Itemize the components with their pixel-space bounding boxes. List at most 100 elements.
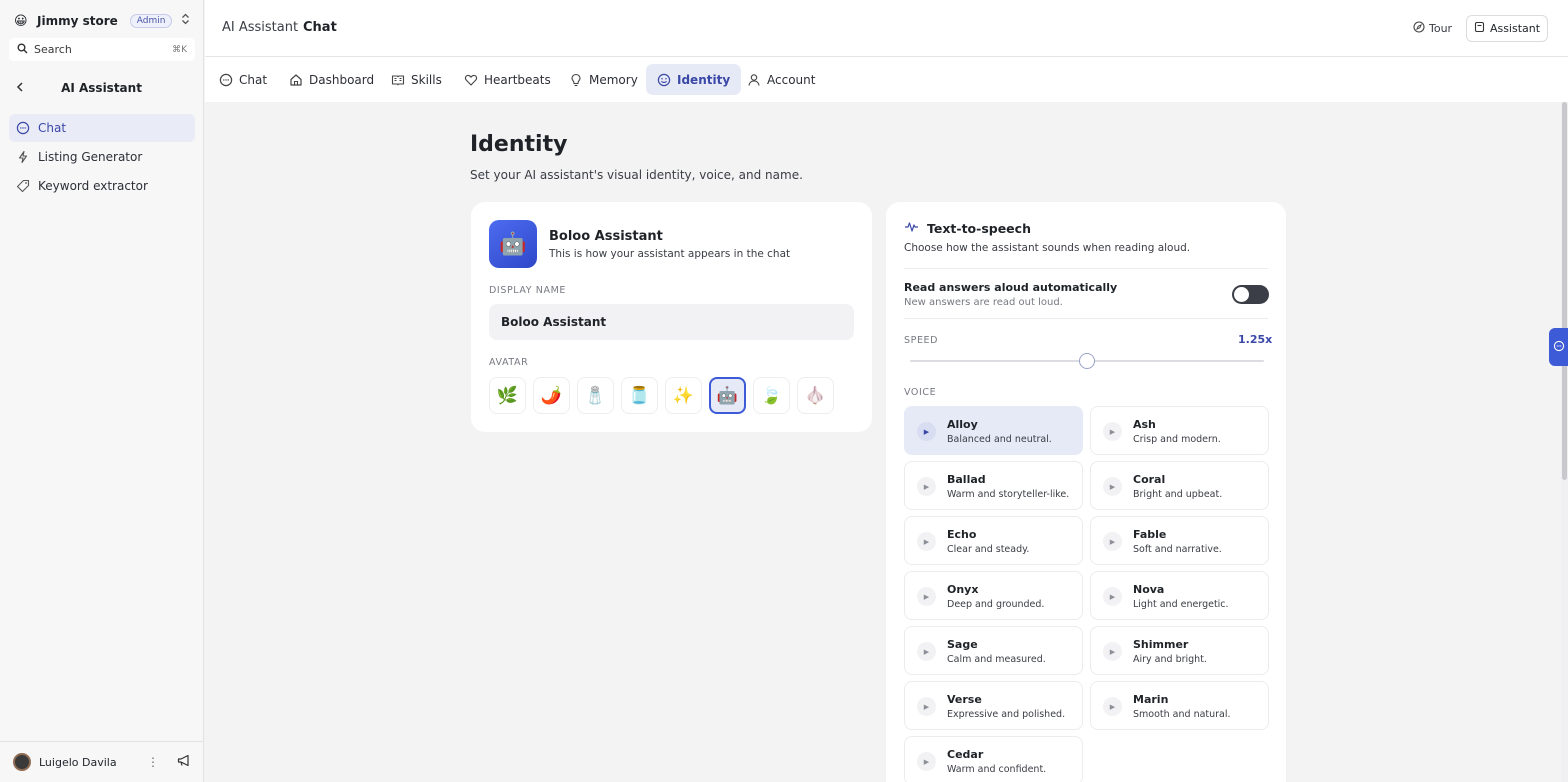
avatar-option[interactable]: 🫙 — [621, 377, 658, 414]
store-switcher[interactable]: 😀 Jimmy store Admin — [14, 12, 192, 30]
voice-option-shimmer[interactable]: ▶ Shimmer Airy and bright. — [1090, 626, 1269, 675]
role-badge: Admin — [129, 14, 173, 28]
tab-label: Memory — [589, 72, 638, 87]
avatar-option[interactable]: 🍃 — [753, 377, 790, 414]
play-icon[interactable]: ▶ — [917, 532, 936, 551]
play-icon[interactable]: ▶ — [1103, 477, 1122, 496]
home-icon — [289, 73, 303, 87]
play-icon[interactable]: ▶ — [1103, 532, 1122, 551]
smile-icon — [657, 73, 671, 87]
voice-description: Calm and measured. — [947, 654, 1046, 665]
sidebar-item-listing-generator[interactable]: Listing Generator — [9, 143, 195, 171]
play-icon[interactable]: ▶ — [917, 697, 936, 716]
lightbulb-icon — [569, 73, 583, 87]
chevron-up-down-icon[interactable] — [181, 13, 190, 27]
display-name-label: DISPLAY NAME — [489, 285, 566, 296]
tab-identity[interactable]: Identity — [646, 64, 742, 95]
voice-option-coral[interactable]: ▶ Coral Bright and upbeat. — [1090, 461, 1269, 510]
display-name-field[interactable] — [489, 304, 854, 340]
auto-read-subtitle: New answers are read out loud. — [904, 297, 1063, 308]
voice-option-sage[interactable]: ▶ Sage Calm and measured. — [904, 626, 1083, 675]
search-shortcut: ⌘K — [172, 44, 187, 55]
play-icon[interactable]: ▶ — [917, 422, 936, 441]
tab-skills[interactable]: Skills — [380, 64, 453, 95]
voice-name: Verse — [947, 693, 982, 706]
tab-chat[interactable]: Chat — [208, 64, 278, 95]
user-icon — [747, 73, 761, 87]
tour-button[interactable]: Tour — [1413, 21, 1452, 36]
assistant-name: Boloo Assistant — [549, 229, 663, 244]
voice-option-verse[interactable]: ▶ Verse Expressive and polished. — [904, 681, 1083, 730]
section-title: AI Assistant — [61, 81, 142, 95]
voice-name: Shimmer — [1133, 638, 1189, 651]
voice-description: Light and energetic. — [1133, 599, 1229, 610]
play-icon[interactable]: ▶ — [917, 752, 936, 771]
voice-option-fable[interactable]: ▶ Fable Soft and narrative. — [1090, 516, 1269, 565]
scrollbar-thumb[interactable] — [1562, 102, 1567, 480]
play-icon[interactable]: ▶ — [917, 642, 936, 661]
voice-option-cedar[interactable]: ▶ Cedar Warm and confident. — [904, 736, 1083, 782]
play-icon[interactable]: ▶ — [917, 477, 936, 496]
voice-option-nova[interactable]: ▶ Nova Light and energetic. — [1090, 571, 1269, 620]
avatar-option[interactable]: ✨ — [665, 377, 702, 414]
sidebar-item-chat[interactable]: Chat — [9, 114, 195, 142]
assistant-label: Assistant — [1489, 22, 1541, 35]
voice-option-ballad[interactable]: ▶ Ballad Warm and storyteller-like. — [904, 461, 1083, 510]
voice-name: Fable — [1133, 528, 1167, 541]
avatar-option[interactable]: 🧂 — [577, 377, 614, 414]
chat-bubble-icon — [1553, 340, 1565, 355]
voice-name: Ballad — [947, 473, 986, 486]
voice-name: Nova — [1133, 583, 1165, 596]
play-icon[interactable]: ▶ — [1103, 697, 1122, 716]
play-icon[interactable]: ▶ — [1103, 587, 1122, 606]
tts-card: Text-to-speech Choose how the assistant … — [886, 202, 1286, 782]
back-arrow-icon[interactable] — [14, 81, 26, 96]
tab-label: Skills — [411, 72, 442, 87]
voice-option-alloy[interactable]: ▶ Alloy Balanced and neutral. — [904, 406, 1083, 455]
sidebar-item-label: Listing Generator — [38, 150, 143, 164]
breadcrumb-parent[interactable]: AI Assistant — [222, 20, 298, 35]
tab-dashboard[interactable]: Dashboard — [278, 64, 385, 95]
voice-option-marin[interactable]: ▶ Marin Smooth and natural. — [1090, 681, 1269, 730]
divider — [904, 318, 1268, 319]
voice-option-echo[interactable]: ▶ Echo Clear and steady. — [904, 516, 1083, 565]
robot-icon — [1474, 21, 1485, 36]
voice-option-ash[interactable]: ▶ Ash Crisp and modern. — [1090, 406, 1269, 455]
megaphone-icon[interactable] — [177, 754, 191, 770]
voice-option-onyx[interactable]: ▶ Onyx Deep and grounded. — [904, 571, 1083, 620]
avatar-option[interactable]: 🌿 — [489, 377, 526, 414]
sidebar-item-keyword-extractor[interactable]: Keyword extractor — [9, 172, 195, 200]
more-vertical-icon[interactable]: ⋮ — [147, 755, 159, 769]
tts-title: Text-to-speech — [927, 221, 1031, 236]
chat-widget-button[interactable] — [1549, 328, 1568, 366]
book-icon — [391, 73, 405, 87]
auto-read-toggle[interactable] — [1232, 285, 1269, 304]
voice-description: Crisp and modern. — [1133, 434, 1221, 445]
play-icon[interactable]: ▶ — [1103, 422, 1122, 441]
avatar-option[interactable]: 🤖 — [709, 377, 746, 414]
play-icon[interactable]: ▶ — [917, 587, 936, 606]
tab-memory[interactable]: Memory — [558, 64, 649, 95]
store-emoji-icon: 😀 — [14, 13, 28, 29]
breadcrumb-current: Chat — [303, 20, 337, 35]
speed-slider-thumb[interactable] — [1079, 353, 1095, 369]
top-bar: AI Assistant Chat Tour Assistant — [205, 0, 1568, 57]
lightning-icon — [16, 150, 30, 164]
assistant-description: This is how your assistant appears in th… — [549, 248, 791, 260]
voice-description: Warm and confident. — [947, 764, 1047, 775]
user-profile[interactable]: Luigelo Davila ⋮ — [0, 741, 203, 782]
tab-account[interactable]: Account — [736, 64, 826, 95]
sidebar-item-label: Keyword extractor — [38, 179, 148, 193]
tab-heartbeats[interactable]: Heartbeats — [453, 64, 562, 95]
avatar-option[interactable]: 🧄 — [797, 377, 834, 414]
search-input[interactable]: Search ⌘K — [9, 38, 195, 61]
tts-header: Text-to-speech — [904, 221, 1031, 236]
tts-subtitle: Choose how the assistant sounds when rea… — [904, 242, 1191, 254]
avatar-option[interactable]: 🌶️ — [533, 377, 570, 414]
play-icon[interactable]: ▶ — [1103, 642, 1122, 661]
sidebar-item-label: Chat — [38, 121, 67, 135]
tab-bar: Chat Dashboard Skills Heartbeats Memory … — [205, 57, 1568, 102]
speed-slider[interactable] — [910, 353, 1264, 369]
speed-label: SPEED — [904, 335, 939, 346]
assistant-button[interactable]: Assistant — [1466, 15, 1548, 42]
